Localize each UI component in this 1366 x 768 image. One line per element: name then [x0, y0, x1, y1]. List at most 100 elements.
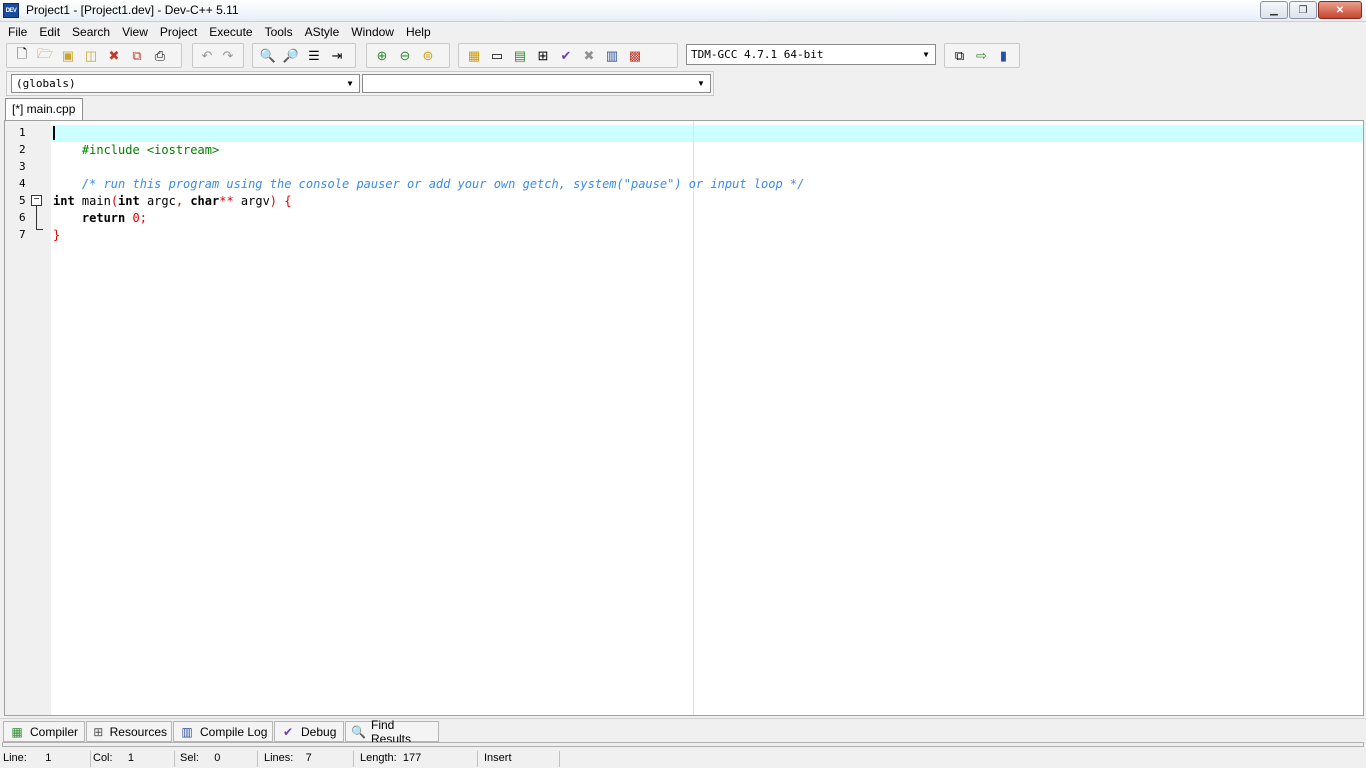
undo-button[interactable]: ↶: [197, 45, 217, 67]
tab-label: Resources: [109, 724, 167, 739]
new-file-button[interactable]: 🗋: [11, 45, 33, 67]
replace-button[interactable]: 🔎: [280, 45, 302, 67]
syntax-check-button[interactable]: ✔: [555, 45, 577, 67]
status-bar: Line: 1 Col: 1 Sel: 0 Lines: 7 Length: 1…: [0, 749, 1366, 768]
status-sel: Sel: 0: [180, 751, 258, 767]
main-toolbar: 🗋 🗁 ▣ ◫ ✖ ⧉ ⎙ ↶ ↷ 🔍 🔎 ☰ ⇥ ⊕ ⊖ ⊜ ▦ ▭ ▤ ⊞ …: [0, 41, 1366, 69]
close-file-icon: ✖: [108, 47, 120, 63]
scope-dropdown[interactable]: (globals) ▼: [11, 74, 360, 93]
compiler-set-value: TDM-GCC 4.7.1 64-bit: [691, 48, 824, 61]
add-to-project-button[interactable]: ⊕: [371, 45, 393, 67]
rebuild-all-button[interactable]: ⊞: [532, 45, 554, 67]
symbol-token: ;: [139, 211, 147, 225]
remove-from-project-button[interactable]: ⊖: [394, 45, 416, 67]
tab-resources[interactable]: ⊞ Resources: [86, 721, 172, 742]
bar-chart-icon: ▥: [605, 47, 619, 63]
save-all-icon: ◫: [84, 47, 98, 63]
resources-icon: ⊞: [93, 724, 104, 739]
new-file-icon: 🗋: [16, 45, 28, 61]
print-button[interactable]: ⎙: [149, 45, 171, 67]
remove-from-project-icon: ⊖: [399, 47, 411, 63]
menu-astyle[interactable]: AStyle: [299, 25, 346, 39]
number-token: 0: [125, 211, 140, 225]
stop-execution-button[interactable]: ✖: [578, 45, 600, 67]
keyword-token: int: [118, 194, 140, 208]
chevron-down-icon: ▼: [697, 79, 705, 88]
project-options-button[interactable]: ⊜: [417, 45, 439, 67]
stop-icon: ✖: [583, 47, 595, 63]
menu-window[interactable]: Window: [345, 25, 400, 39]
goto-line-button[interactable]: ☰: [303, 45, 325, 67]
profile-button[interactable]: ▥: [601, 45, 623, 67]
save-button[interactable]: ▣: [57, 45, 79, 67]
compile-toolbar-group: ▦ ▭ ▤ ⊞ ✔ ✖ ▥ ▩: [458, 43, 678, 68]
close-button[interactable]: ✕: [1318, 1, 1362, 19]
bottom-panel-tabs: ▦ Compiler ⊞ Resources ▥ Compile Log ✔ D…: [0, 718, 1366, 746]
redo-icon: ↷: [222, 47, 234, 63]
compile-button[interactable]: ▦: [463, 45, 485, 67]
find-button[interactable]: 🔍: [257, 45, 279, 67]
menu-tools[interactable]: Tools: [259, 25, 299, 39]
maximize-button[interactable]: ❐: [1289, 1, 1317, 19]
redo-button[interactable]: ↷: [218, 45, 238, 67]
code-editor[interactable]: 1 2 3 4 5 6 7 − #include <iostream> /* r…: [4, 120, 1364, 716]
menu-edit[interactable]: Edit: [33, 25, 66, 39]
debug-toolbar-group: ⧉ ⇨ ▮: [944, 43, 1020, 68]
run-button[interactable]: ▭: [486, 45, 508, 67]
close-all-button[interactable]: ⧉: [126, 45, 148, 67]
chevron-down-icon: ▼: [347, 79, 353, 88]
project-toolbar-group: ⊕ ⊖ ⊜: [366, 43, 450, 68]
file-toolbar-group: 🗋 🗁 ▣ ◫ ✖ ⧉ ⎙: [6, 43, 182, 68]
close-file-button[interactable]: ✖: [103, 45, 125, 67]
compile-icon: ▦: [467, 47, 481, 63]
save-all-button[interactable]: ◫: [80, 45, 102, 67]
new-class-button[interactable]: ⧉: [949, 45, 970, 67]
chevron-down-icon: ▼: [923, 50, 929, 59]
menu-file[interactable]: File: [2, 25, 33, 39]
bookmark-button[interactable]: ⇥: [326, 45, 348, 67]
fold-collapse-icon[interactable]: −: [31, 195, 42, 206]
line-number: 3: [19, 160, 26, 173]
active-line-highlight: [51, 125, 1363, 142]
symbol-token: ,: [175, 194, 184, 208]
bottom-panel-splitter[interactable]: [2, 742, 1364, 747]
right-edge-guide: [693, 121, 694, 715]
symbol-token: {: [277, 194, 292, 208]
tab-compile-log[interactable]: ▥ Compile Log: [173, 721, 273, 742]
menu-help[interactable]: Help: [400, 25, 437, 39]
menu-project[interactable]: Project: [154, 25, 203, 39]
tab-label: Compile Log: [200, 724, 268, 739]
menu-bar: File Edit Search View Project Execute To…: [0, 22, 1366, 41]
find-icon: 🔍: [259, 47, 277, 63]
open-file-button[interactable]: 🗁: [34, 45, 56, 67]
compiler-set-dropdown[interactable]: TDM-GCC 4.7.1 64-bit ▼: [686, 44, 936, 65]
close-all-icon: ⧉: [132, 47, 142, 63]
compiler-icon: ▦: [11, 724, 23, 739]
status-line: Line: 1: [3, 751, 91, 767]
menu-view[interactable]: View: [116, 25, 154, 39]
fold-line: [36, 206, 37, 230]
open-file-icon: 🗁: [36, 45, 54, 61]
tab-main-cpp[interactable]: [*] main.cpp: [5, 98, 83, 120]
save-icon: ▣: [61, 47, 75, 63]
status-lines: Lines: 7: [264, 751, 354, 767]
minimize-button[interactable]: ▁: [1260, 1, 1288, 19]
symbol-token: ): [269, 194, 278, 208]
devcpp-app-icon[interactable]: DEV: [3, 3, 19, 18]
insert-button[interactable]: ⇨: [971, 45, 992, 67]
symbol-token: **: [219, 194, 234, 208]
tab-debug[interactable]: ✔ Debug: [274, 721, 344, 742]
menu-search[interactable]: Search: [66, 25, 116, 39]
line-number: 4: [19, 177, 26, 190]
delete-profile-button[interactable]: ▩: [624, 45, 646, 67]
toggle-breakpoint-button[interactable]: ▮: [993, 45, 1014, 67]
status-length: Length: 177: [360, 751, 478, 767]
member-dropdown[interactable]: ▼: [362, 74, 711, 93]
tab-compiler[interactable]: ▦ Compiler: [3, 721, 85, 742]
tab-find-results[interactable]: 🔍 Find Results: [345, 718, 439, 746]
line-number: 7: [19, 228, 26, 241]
menu-execute[interactable]: Execute: [203, 25, 258, 39]
compile-run-button[interactable]: ▤: [509, 45, 531, 67]
minimize-icon: ▁: [1270, 4, 1278, 16]
symbol-token: }: [53, 228, 61, 242]
